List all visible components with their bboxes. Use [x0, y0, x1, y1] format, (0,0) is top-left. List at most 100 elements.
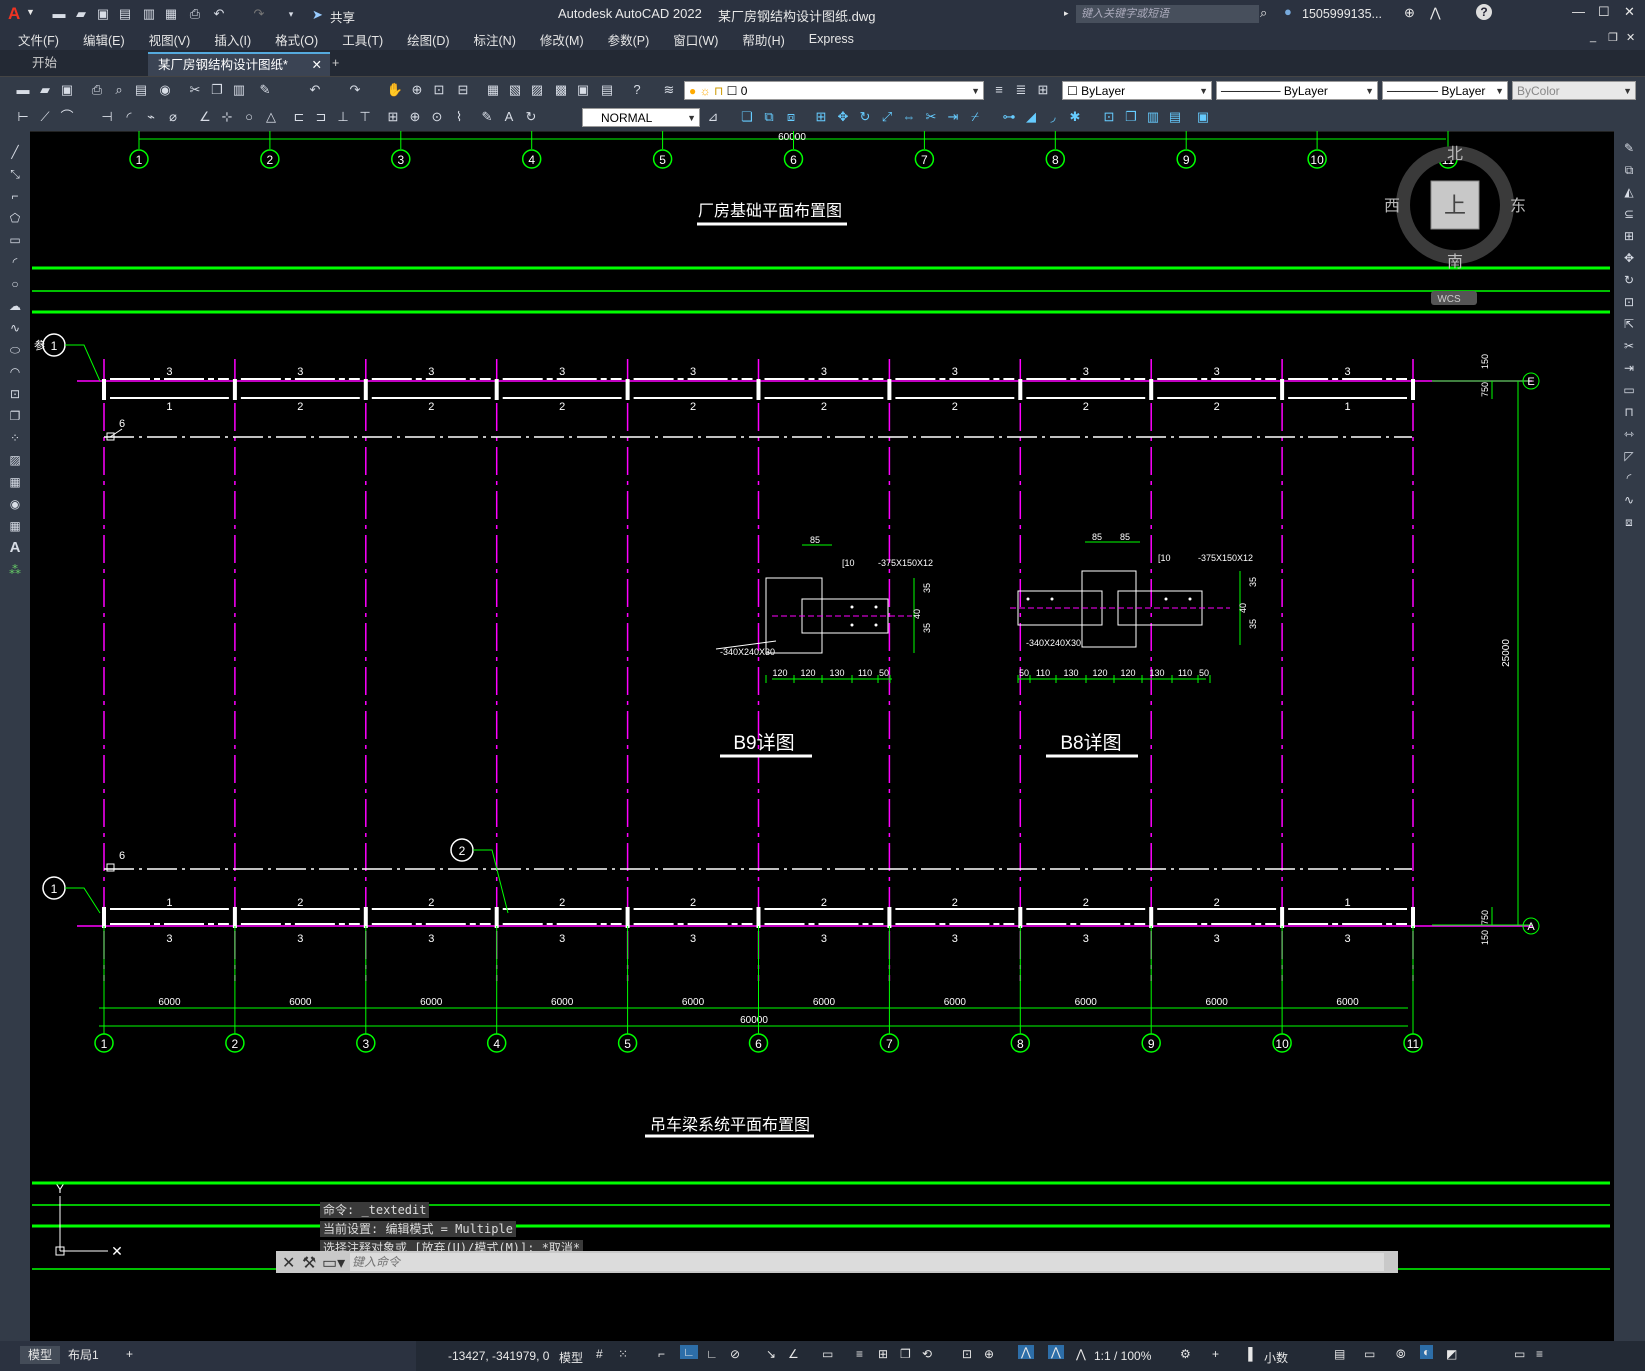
- mtext-icon[interactable]: A: [6, 539, 24, 557]
- array-icon[interactable]: ⊞: [1620, 227, 1638, 245]
- save-file-icon[interactable]: ▣: [58, 81, 76, 99]
- open-icon[interactable]: ▰: [72, 5, 90, 23]
- open-file-icon[interactable]: ▰: [36, 81, 54, 99]
- undo-icon[interactable]: ↶: [210, 5, 228, 23]
- block-edit-icon[interactable]: ▥: [1144, 108, 1162, 126]
- dim-diameter-icon[interactable]: ⌀: [164, 108, 182, 126]
- autodesk-icon[interactable]: ⋀: [1430, 5, 1441, 21]
- polar-icon[interactable]: ∟: [706, 1347, 718, 1361]
- copy-icon[interactable]: ❐: [208, 81, 226, 99]
- hardware-accel-icon[interactable]: ◐: [1420, 1345, 1434, 1359]
- block-attr-icon[interactable]: ▤: [1166, 108, 1184, 126]
- dimstyle-manager-icon[interactable]: ⊿: [704, 108, 722, 126]
- menu-tools[interactable]: 工具(T): [330, 30, 395, 49]
- erase-icon[interactable]: ✎: [1620, 139, 1638, 157]
- modify-copy-icon[interactable]: ❏: [738, 108, 756, 126]
- ellipse-arc-icon[interactable]: ◠: [6, 363, 24, 381]
- layer-manager-icon[interactable]: ≋: [660, 81, 678, 99]
- menu-edit[interactable]: 编辑(E): [71, 30, 137, 49]
- search-input[interactable]: 键入关键字或短语: [1076, 5, 1259, 23]
- make-block-icon[interactable]: ❐: [6, 407, 24, 425]
- center-mark-icon[interactable]: ⊕: [406, 108, 424, 126]
- color-dropdown[interactable]: ☐ ByLayer ▼: [1062, 81, 1212, 100]
- modify-join-icon[interactable]: ⊶: [1000, 108, 1018, 126]
- table-icon[interactable]: ▦: [6, 517, 24, 535]
- annotation-scale[interactable]: 1:1 / 100%: [1094, 1349, 1151, 1363]
- block-insert-icon[interactable]: ⊡: [1100, 108, 1118, 126]
- mirror-icon[interactable]: ◭: [1620, 183, 1638, 201]
- circle-icon[interactable]: ○: [6, 275, 24, 293]
- customize-chevron-icon[interactable]: ▾: [282, 5, 300, 23]
- fillet-icon[interactable]: ◜: [1620, 469, 1638, 487]
- dimstyle-dropdown[interactable]: NORMAL ▼: [582, 108, 700, 127]
- new-tab-button[interactable]: +: [322, 52, 349, 74]
- dim-jogline-icon[interactable]: ⌇: [450, 108, 468, 126]
- saveas-icon[interactable]: ▤: [116, 5, 134, 23]
- modify-array-icon[interactable]: ⊞: [812, 108, 830, 126]
- calc-icon[interactable]: ▤: [598, 81, 616, 99]
- rotate-icon[interactable]: ↻: [1620, 271, 1638, 289]
- break-icon[interactable]: ⊓: [1620, 403, 1638, 421]
- plotstyle-dropdown[interactable]: ByColor ▼: [1512, 81, 1636, 100]
- blend-icon[interactable]: ∿: [1620, 491, 1638, 509]
- user-icon[interactable]: ●: [1284, 4, 1292, 19]
- add-selected-icon[interactable]: ⁂: [6, 561, 24, 579]
- tab-model[interactable]: 模型: [20, 1346, 60, 1364]
- menu-help[interactable]: 帮助(H): [730, 30, 796, 49]
- units-icon[interactable]: ▐: [1244, 1347, 1253, 1361]
- units-button[interactable]: 小数: [1264, 1349, 1288, 1366]
- offset-icon[interactable]: ⊆: [1620, 205, 1638, 223]
- 3dosnap-icon[interactable]: ❐: [900, 1347, 911, 1361]
- new-icon[interactable]: ▬: [50, 5, 68, 23]
- extend-icon[interactable]: ⇥: [1620, 359, 1638, 377]
- quick-properties-icon[interactable]: ▤: [1334, 1347, 1345, 1361]
- pan-icon[interactable]: ✋: [386, 81, 404, 99]
- modify-trim-icon[interactable]: ✂: [922, 108, 940, 126]
- layer-previous-icon[interactable]: ≣: [1012, 81, 1030, 99]
- revcloud-icon[interactable]: ☁: [6, 297, 24, 315]
- polygon-icon[interactable]: ⬠: [6, 209, 24, 227]
- block-create-icon[interactable]: ❐: [1122, 108, 1140, 126]
- fullscreen-icon[interactable]: ▭: [1514, 1347, 1525, 1361]
- modify-scale-icon[interactable]: ⤢: [878, 108, 896, 126]
- drawing-canvas[interactable]: 60000 1 2 3 4 5 6 7 8 9 10 11 厂房基础平面布置图 3132323232…: [32, 131, 1612, 1341]
- autoscale-icon[interactable]: ⋀: [1048, 1345, 1064, 1359]
- designcenter-icon[interactable]: ▧: [506, 81, 524, 99]
- minimize-button[interactable]: —: [1572, 4, 1585, 19]
- preview-icon[interactable]: ⌕: [110, 81, 128, 99]
- annotation-visibility-icon[interactable]: ⋀: [1018, 1345, 1034, 1359]
- share-icon[interactable]: ➤: [312, 7, 323, 23]
- undo-tb-icon[interactable]: ↶: [306, 81, 324, 99]
- dim-textedit-icon[interactable]: A: [500, 108, 518, 126]
- modify-chamfer-icon[interactable]: ◢: [1022, 108, 1040, 126]
- coords[interactable]: -13427, -341979, 0: [448, 1349, 549, 1363]
- doc-close-button[interactable]: ✕: [1626, 31, 1635, 44]
- modify-offset-icon[interactable]: ⧈: [782, 108, 800, 126]
- annotation-monitor-icon[interactable]: +: [1212, 1347, 1219, 1361]
- otrack-icon[interactable]: ↘: [766, 1347, 776, 1361]
- scale-icon[interactable]: ⊡: [1620, 293, 1638, 311]
- move-icon[interactable]: ✥: [1620, 249, 1638, 267]
- tab-close-icon[interactable]: ✕: [312, 54, 322, 76]
- qnew-icon[interactable]: ▬: [14, 81, 32, 99]
- zoom-realtime-icon[interactable]: ⊕: [408, 81, 426, 99]
- dim-baseline-icon[interactable]: ⊏: [290, 108, 308, 126]
- dim-radius-icon[interactable]: ◜: [120, 108, 138, 126]
- dim-angle-icon[interactable]: △: [262, 108, 280, 126]
- sheetset-icon[interactable]: ▩: [552, 81, 570, 99]
- help-tb-icon[interactable]: ?: [628, 81, 646, 99]
- gradient-icon[interactable]: ▦: [6, 473, 24, 491]
- layer-sun-icon[interactable]: ☼: [700, 84, 711, 98]
- doc-minimize-button[interactable]: _: [1590, 31, 1596, 43]
- cart-icon[interactable]: ⊕: [1404, 5, 1415, 21]
- stretch-icon[interactable]: ⇱: [1620, 315, 1638, 333]
- ellipse-icon[interactable]: ⬭: [6, 341, 24, 359]
- command-input[interactable]: [350, 1253, 1384, 1271]
- markup-icon[interactable]: ▣: [574, 81, 592, 99]
- dim-jogged-icon[interactable]: ⌁: [142, 108, 160, 126]
- search-icon[interactable]: ⌕: [1260, 5, 1267, 21]
- menu-insert[interactable]: 插入(I): [202, 30, 263, 49]
- rectangle-icon[interactable]: ▭: [6, 231, 24, 249]
- share-button[interactable]: 共享: [330, 7, 355, 26]
- layer-lock-icon[interactable]: ⊓: [714, 84, 723, 98]
